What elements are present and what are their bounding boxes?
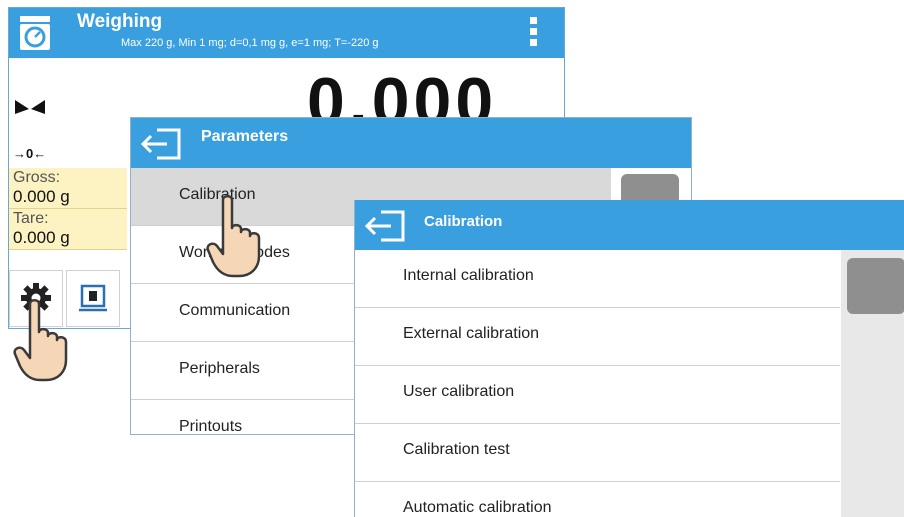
weighing-title: Weighing xyxy=(77,11,163,32)
parameters-title: Parameters xyxy=(201,128,289,145)
list-item-label: Printouts xyxy=(179,418,243,435)
list-item-label: Automatic calibration xyxy=(403,499,552,516)
gross-label: Gross: xyxy=(13,169,61,186)
menu-item-internal-calibration[interactable]: Internal calibration xyxy=(355,250,840,308)
scale-icon[interactable] xyxy=(17,14,53,52)
list-item-label: Peripherals xyxy=(179,360,260,377)
gross-value: 0.000 g xyxy=(13,187,70,206)
menu-item-user-calibration[interactable]: User calibration xyxy=(355,366,840,424)
tare-value: 0.000 g xyxy=(13,228,70,247)
calibration-window: Calibration Internal calibration Externa… xyxy=(354,200,904,517)
exit-icon[interactable] xyxy=(363,209,407,243)
weight-profile-icon xyxy=(79,284,107,312)
kebab-menu-icon[interactable] xyxy=(530,17,538,51)
exit-icon[interactable] xyxy=(139,127,183,161)
info-panel: Gross: 0.000 g Tare: 0.000 g xyxy=(9,168,127,250)
menu-item-automatic-calibration[interactable]: Automatic calibration xyxy=(355,482,840,517)
pointing-hand-icon xyxy=(13,299,68,382)
list-item-label: External calibration xyxy=(403,325,540,342)
weighing-header: Weighing Max 220 g, Min 1 mg; d=0,1 mg g… xyxy=(9,8,564,58)
pointing-hand-icon xyxy=(206,195,261,278)
list-item-label: User calibration xyxy=(403,383,515,400)
calibration-title: Calibration xyxy=(424,213,503,230)
gross-field: Gross: 0.000 g xyxy=(9,168,127,209)
profile-button[interactable] xyxy=(66,270,120,327)
scrollbar-thumb[interactable] xyxy=(847,258,904,314)
menu-item-calibration-test[interactable]: Calibration test xyxy=(355,424,840,482)
stability-icon xyxy=(15,100,45,114)
list-item-label: Internal calibration xyxy=(403,267,534,284)
calibration-header: Calibration xyxy=(355,200,904,250)
tare-label: Tare: xyxy=(13,210,49,227)
parameters-header: Parameters xyxy=(131,118,691,168)
menu-item-external-calibration[interactable]: External calibration xyxy=(355,308,840,366)
list-item-label: Communication xyxy=(179,302,291,319)
list-item-label: Calibration test xyxy=(403,441,510,458)
calibration-list: Internal calibration External calibratio… xyxy=(355,250,840,517)
zero-indicator: →0← xyxy=(13,146,47,161)
tare-field: Tare: 0.000 g xyxy=(9,209,127,250)
weighing-capacity-info: Max 220 g, Min 1 mg; d=0,1 mg g, e=1 mg;… xyxy=(121,37,379,49)
